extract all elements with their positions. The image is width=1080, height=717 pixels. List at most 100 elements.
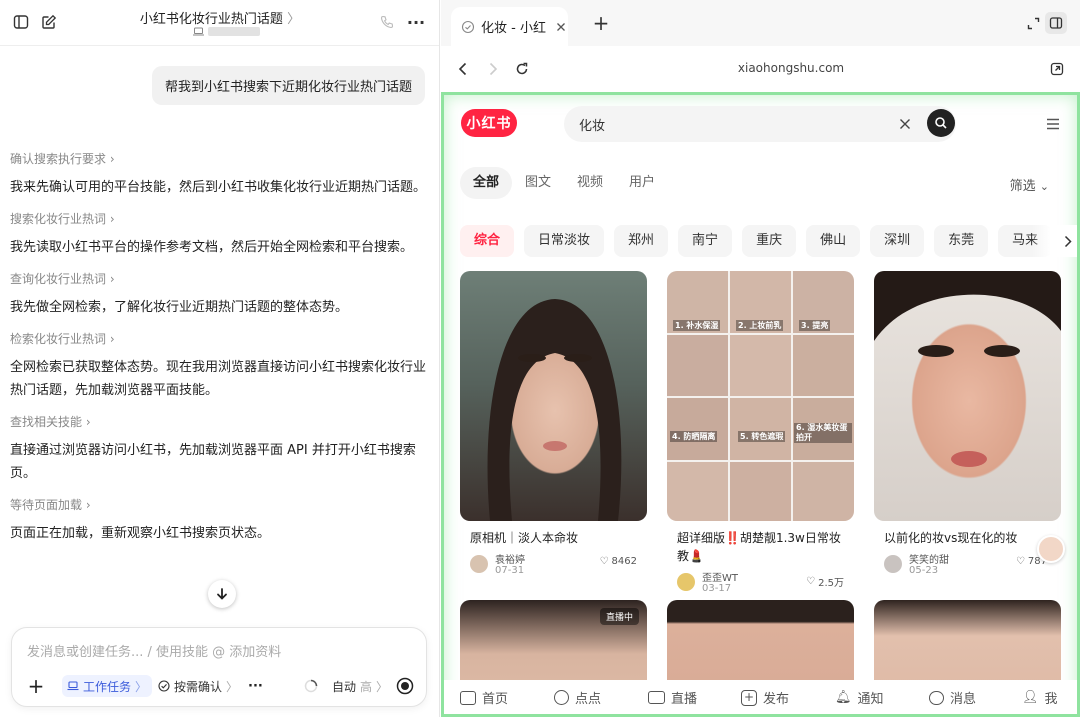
search-button[interactable]: [927, 109, 955, 137]
step-text: 我来先确认可用的平台技能，然后到小红书收集化妆行业近期热门话题。: [10, 180, 427, 195]
nav-me[interactable]: 👤︎ 我: [1022, 688, 1058, 707]
new-chat-icon[interactable]: [40, 13, 58, 31]
tag-item[interactable]: 日常淡妆: [524, 225, 605, 257]
clear-search-icon[interactable]: [897, 116, 913, 132]
confirm-mode-chip[interactable]: 按需确认〉: [158, 675, 238, 697]
back-icon[interactable]: [455, 61, 471, 77]
note-title[interactable]: 原相机｜淡人本命妆: [460, 529, 647, 547]
search-query: 化妆: [579, 119, 606, 134]
phone-icon[interactable]: [378, 13, 396, 31]
tag-item[interactable]: 重庆: [742, 225, 797, 257]
address-bar: xiaohongshu.com: [441, 46, 1080, 92]
post-date: 05-23: [909, 565, 939, 576]
tag-item[interactable]: 郑州: [614, 225, 669, 257]
tag-item[interactable]: 综合: [460, 225, 515, 257]
message-icon: [929, 690, 944, 705]
note-cover-image[interactable]: [874, 271, 1061, 521]
reload-icon[interactable]: [514, 61, 530, 77]
step-header[interactable]: 搜索化妆行业热词 ›: [10, 208, 430, 230]
heart-icon: ♡: [1015, 556, 1025, 567]
grid-label: 4. 防晒隔离: [670, 431, 718, 442]
auto-mode-chip[interactable]: 自动 高〉: [332, 675, 388, 697]
scroll-down-button[interactable]: [208, 580, 236, 608]
tab-title: 化妆 - 小红: [481, 21, 546, 36]
new-tab-icon[interactable]: +: [591, 11, 611, 35]
browser-panel: 化妆 - 小红 + xiaohongshu.com 小红书 化妆 全部 图文 视…: [441, 0, 1080, 717]
step-header[interactable]: 查询化妆行业热词 ›: [10, 268, 430, 290]
tab-image-text[interactable]: 图文: [512, 167, 564, 199]
tag-item[interactable]: 深圳: [870, 225, 925, 257]
step-header[interactable]: 查找相关技能 ›: [10, 411, 430, 433]
note-card[interactable]: 1. 补水保湿 2. 上妆前乳 3. 提亮 4. 防晒隔离 5. 转色遮瑕 6.…: [667, 271, 854, 599]
author-name[interactable]: 袁裕婷: [495, 551, 525, 566]
avatar[interactable]: [470, 555, 488, 573]
heart-icon: ♡: [806, 576, 816, 587]
note-cover-image[interactable]: [460, 271, 647, 521]
nav-dots[interactable]: 点点: [554, 688, 601, 707]
avatar[interactable]: [884, 555, 902, 573]
chat-bubble-icon: [554, 690, 569, 705]
split-view-icon[interactable]: [1045, 12, 1067, 34]
step-header[interactable]: 确认搜索执行要求 ›: [10, 148, 430, 170]
nav-live[interactable]: 直播: [648, 688, 697, 707]
nav-home[interactable]: 首页: [460, 688, 508, 707]
author-name[interactable]: 歪歪WT: [702, 569, 738, 584]
nav-notifications[interactable]: 🔔︎ 通知: [835, 688, 884, 707]
step-text: 全网检索已获取整体态势。现在我用浏览器直接访问小红书搜索化妆行业热门话题，先加载…: [10, 360, 427, 398]
like-count[interactable]: ♡ 2.5万: [806, 574, 844, 589]
note-title[interactable]: 超详细版‼️胡楚靓1.3w日常妆教💄: [667, 529, 854, 565]
note-card[interactable]: 原相机｜淡人本命妆 袁裕婷 07-31 ♡ 8462: [460, 271, 647, 581]
search-input[interactable]: 化妆: [564, 106, 956, 142]
more-icon[interactable]: ···: [406, 13, 426, 32]
url-display[interactable]: xiaohongshu.com: [691, 61, 891, 75]
tag-item[interactable]: 东莞: [934, 225, 989, 257]
add-icon[interactable]: +: [26, 674, 46, 698]
plus-square-icon: +: [741, 689, 757, 706]
step-header[interactable]: 等待页面加载 ›: [10, 494, 430, 516]
sidebar-toggle-icon[interactable]: [12, 13, 30, 31]
chat-header: 小红书化妆行业热门话题 〉 ···: [0, 0, 439, 46]
tag-scroll-right-button[interactable]: [1032, 225, 1077, 257]
browser-tab[interactable]: 化妆 - 小红: [451, 7, 568, 46]
tag-item[interactable]: 南宁: [678, 225, 733, 257]
note-card[interactable]: 以前化的妆vs现在化的妆 笑笑的甜 05-23 ♡ 787: [874, 271, 1061, 581]
step-text: 直接通过浏览器访问小红书，先加载浏览器平面 API 并打开小红书搜索页。: [10, 443, 416, 481]
grid-label: 6. 湿水美妆蛋拍开: [794, 423, 852, 443]
post-date: 07-31: [495, 565, 525, 576]
tab-video[interactable]: 视频: [564, 167, 616, 199]
nav-messages[interactable]: 消息: [929, 688, 976, 707]
chevron-right-icon: [1064, 235, 1072, 247]
record-icon[interactable]: [395, 676, 415, 696]
close-tab-icon[interactable]: [556, 22, 566, 32]
author-name[interactable]: 笑笑的甜: [909, 551, 949, 566]
tag-item[interactable]: 佛山: [806, 225, 861, 257]
tab-users[interactable]: 用户: [616, 167, 668, 199]
filter-button[interactable]: 筛选 ⌄: [1010, 175, 1049, 194]
xiaohongshu-logo[interactable]: 小红书: [461, 109, 517, 137]
check-circle-icon: [158, 680, 170, 692]
like-count[interactable]: ♡ 8462: [600, 556, 637, 567]
user-icon: 👤︎: [1022, 690, 1039, 705]
note-meta: 袁裕婷 07-31 ♡ 8462: [460, 551, 647, 581]
grid-label: 5. 转色遮瑕: [738, 431, 786, 442]
grid-label: 3. 提亮: [799, 320, 831, 331]
step-header[interactable]: 检索化妆行业热词 ›: [10, 328, 430, 350]
bottom-navigation: 首页 点点 直播 + 发布 🔔︎ 通知 消息 👤︎ 我: [444, 680, 1077, 714]
avatar[interactable]: [677, 573, 695, 591]
forward-icon[interactable]: [485, 61, 501, 77]
work-task-chip[interactable]: 工作任务〉: [62, 675, 153, 697]
open-external-icon[interactable]: [1048, 60, 1066, 78]
tab-all[interactable]: 全部: [460, 167, 513, 199]
note-cover-image[interactable]: 1. 补水保湿 2. 上妆前乳 3. 提亮 4. 防晒隔离 5. 转色遮瑕 6.…: [667, 271, 854, 521]
expand-icon[interactable]: [1024, 14, 1042, 32]
chat-title[interactable]: 小红书化妆行业热门话题 〉: [120, 8, 320, 27]
note-meta: 歪歪WT 03-17 ♡ 2.5万: [667, 569, 854, 599]
composer-placeholder[interactable]: 发消息或创建任务... / 使用技能 @ 添加资料: [27, 641, 281, 660]
nav-publish[interactable]: + 发布: [741, 688, 789, 707]
message-composer[interactable]: 发消息或创建任务... / 使用技能 @ 添加资料 + 工作任务〉 按需确认〉 …: [11, 627, 427, 707]
note-title[interactable]: 以前化的妆vs现在化的妆: [874, 529, 1061, 547]
menu-icon[interactable]: [1045, 117, 1061, 131]
more-options-button[interactable]: ···: [248, 675, 263, 697]
assistant-avatar[interactable]: [1037, 535, 1065, 563]
loading-spinner-icon: [304, 679, 318, 693]
